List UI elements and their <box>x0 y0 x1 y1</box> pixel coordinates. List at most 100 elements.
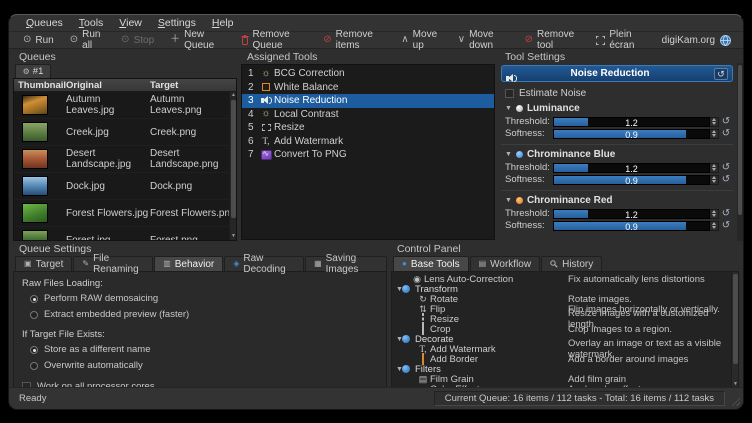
tree-item-film-grain[interactable]: ▤ Film Grain Add film grain <box>392 374 738 384</box>
tab-saving-images[interactable]: ▦ Saving Images <box>305 256 387 271</box>
queue-row[interactable]: Dock.jpg Dock.png <box>14 173 236 200</box>
queue-settings-panel: Queue Settings ▣ Target ✎ File Renaming … <box>9 241 389 389</box>
gear-icon: ⚙ <box>23 67 30 76</box>
tab-workflow[interactable]: ▤ Workflow <box>470 256 541 271</box>
remove-items-button[interactable]: ⊘ Remove items <box>317 33 391 48</box>
reset-icon[interactable]: ↺ <box>719 116 733 127</box>
radio-overwrite-automatically[interactable]: Overwrite automatically <box>30 360 386 371</box>
stop-button[interactable]: ⊙ Stop <box>115 33 160 48</box>
estimate-noise-option[interactable]: Estimate Noise <box>505 88 735 99</box>
menu-settings[interactable]: Settings <box>151 16 203 30</box>
queue-row[interactable]: Creek.jpg Creek.png <box>14 119 236 146</box>
tool-item-white-balance[interactable]: 2 White Balance <box>242 81 494 95</box>
spinner[interactable] <box>710 175 719 185</box>
radio-store-different-name[interactable]: Store as a different name <box>30 344 386 355</box>
col-target[interactable]: Target <box>150 79 236 91</box>
spinner[interactable] <box>710 129 719 139</box>
section-chrominance-red[interactable]: ▼ Chrominance Red <box>505 195 735 206</box>
move-down-button[interactable]: ∨ Move down <box>452 33 515 48</box>
section-luminance[interactable]: ▼ Luminance <box>505 103 735 114</box>
threshold-slider[interactable]: 1,2 <box>553 163 710 173</box>
collapse-arrow-icon[interactable]: ▼ <box>392 336 402 343</box>
spinner[interactable] <box>710 163 719 173</box>
queue-row[interactable]: Autumn Leaves.jpg Autumn Leaves.png <box>14 92 236 119</box>
tree-scrollbar[interactable]: ▼ <box>731 272 738 388</box>
tree-item-resize[interactable]: Resize Resize images with a customized l… <box>392 314 738 324</box>
collapse-arrow-icon[interactable]: ▼ <box>392 366 402 373</box>
reset-icon[interactable]: ↺ <box>719 162 733 173</box>
resize-grip[interactable] <box>729 395 740 406</box>
move-up-button[interactable]: ∧ Move up <box>395 33 447 48</box>
collapse-arrow-icon[interactable]: ▼ <box>505 151 512 158</box>
tab-history[interactable]: History <box>541 256 602 271</box>
threshold-slider[interactable]: 1,2 <box>553 209 710 219</box>
radio-icon[interactable] <box>30 311 38 319</box>
spinner[interactable] <box>710 221 719 231</box>
scrollbar-thumb[interactable] <box>738 65 742 215</box>
reset-icon[interactable]: ↺ <box>719 220 733 231</box>
menu-queues[interactable]: Queues <box>19 16 70 30</box>
queue-scrollbar[interactable]: ▲ ▼ <box>229 92 236 240</box>
col-thumbnail[interactable]: Thumbnail <box>14 79 66 91</box>
tab-behavior[interactable]: ▥ Behavior <box>154 256 223 271</box>
softness-slider[interactable]: 0,9 <box>553 129 710 139</box>
tool-item-noise-reduction[interactable]: 3 Noise Reduction <box>242 94 494 108</box>
remove-queue-button[interactable]: Remove Queue <box>235 33 314 48</box>
tree-item-lens-auto-correction[interactable]: ◉ Lens Auto-Correction Fix automatically… <box>392 274 738 284</box>
spinner[interactable] <box>710 209 719 219</box>
spinner[interactable] <box>710 117 719 127</box>
tab-raw-decoding[interactable]: ◈ Raw Decoding <box>224 256 304 271</box>
tool-item-add-watermark[interactable]: 6 T, Add Watermark <box>242 135 494 149</box>
tree-item-rotate[interactable]: ↻ Rotate Rotate images. <box>392 294 738 304</box>
scrollbar-thumb[interactable] <box>733 274 738 364</box>
reset-tool-button[interactable]: ↺ <box>714 68 728 80</box>
collapse-arrow-icon[interactable]: ▼ <box>505 197 512 204</box>
collapse-arrow-icon[interactable]: ▼ <box>505 105 512 112</box>
tool-settings-scrollbar[interactable] <box>737 63 743 241</box>
menu-tools[interactable]: Tools <box>72 16 111 30</box>
scroll-down-icon[interactable]: ▼ <box>230 233 237 240</box>
radio-perform-raw-demosaicing[interactable]: Perform RAW demosaicing <box>30 293 386 304</box>
run-all-button[interactable]: ⊙ Run all <box>64 33 111 48</box>
tool-item-convert-to-png[interactable]: 7 Convert To PNG <box>242 148 494 162</box>
queue-tab-1[interactable]: ⚙ #1 <box>15 64 51 78</box>
slider-label: Softness: <box>505 174 553 185</box>
remove-tool-button[interactable]: ⊘ Remove tool <box>519 33 587 48</box>
reset-icon[interactable]: ↺ <box>719 208 733 219</box>
run-button[interactable]: ⊙ Run <box>17 33 60 48</box>
col-original[interactable]: Original <box>66 79 150 91</box>
radio-icon[interactable] <box>30 346 38 354</box>
queue-row[interactable]: Forest.jpg Forest.png <box>14 227 236 241</box>
tool-item-bcg-correction[interactable]: 1 ☼ BCG Correction <box>242 67 494 81</box>
scrollbar-thumb[interactable] <box>231 100 236 218</box>
menu-help[interactable]: Help <box>205 16 241 30</box>
tool-item-local-contrast[interactable]: 4 ☼ Local Contrast <box>242 108 494 122</box>
radio-icon[interactable] <box>30 362 38 370</box>
new-queue-button[interactable]: ＋ New Queue <box>164 33 230 48</box>
radio-icon[interactable] <box>30 295 38 303</box>
queue-row[interactable]: Desert Landscape.jpg Desert Landscape.pn… <box>14 146 236 173</box>
section-chrominance-blue[interactable]: ▼ Chrominance Blue <box>505 149 735 160</box>
tree-group-transform[interactable]: ▼ Transform <box>392 284 738 294</box>
tree-item-add-watermark[interactable]: T, Add Watermark Overlay an image or tex… <box>392 344 738 354</box>
checkbox-icon[interactable] <box>505 89 514 98</box>
fullscreen-button[interactable]: Plein écran <box>590 33 653 48</box>
queue-row[interactable]: Forest Flowers.jpg Forest Flowers.png <box>14 200 236 227</box>
threshold-slider[interactable]: 1,2 <box>553 117 710 127</box>
tab-file-renaming[interactable]: ✎ File Renaming <box>73 256 153 271</box>
menu-view[interactable]: View <box>112 16 149 30</box>
collapse-arrow-icon[interactable]: ▼ <box>392 286 402 293</box>
softness-slider[interactable]: 0,9 <box>553 221 710 231</box>
tab-target[interactable]: ▣ Target <box>15 256 72 271</box>
tab-base-tools[interactable]: ● Base Tools <box>393 256 469 271</box>
tool-item-resize[interactable]: 5 Resize <box>242 121 494 135</box>
radio-extract-embedded-preview[interactable]: Extract embedded preview (faster) <box>30 309 386 320</box>
scroll-up-icon[interactable]: ▲ <box>230 92 237 99</box>
tree-item-crop[interactable]: Crop Crop images to a region. <box>392 324 738 334</box>
reset-icon[interactable]: ↺ <box>719 128 733 139</box>
digikam-link[interactable]: digiKam.org <box>662 35 735 46</box>
reset-icon[interactable]: ↺ <box>719 174 733 185</box>
tree-item-add-border[interactable]: Add Border Add a border around images <box>392 354 738 364</box>
softness-slider[interactable]: 0,9 <box>553 175 710 185</box>
tree-group-filters[interactable]: ▼ Filters <box>392 364 738 374</box>
